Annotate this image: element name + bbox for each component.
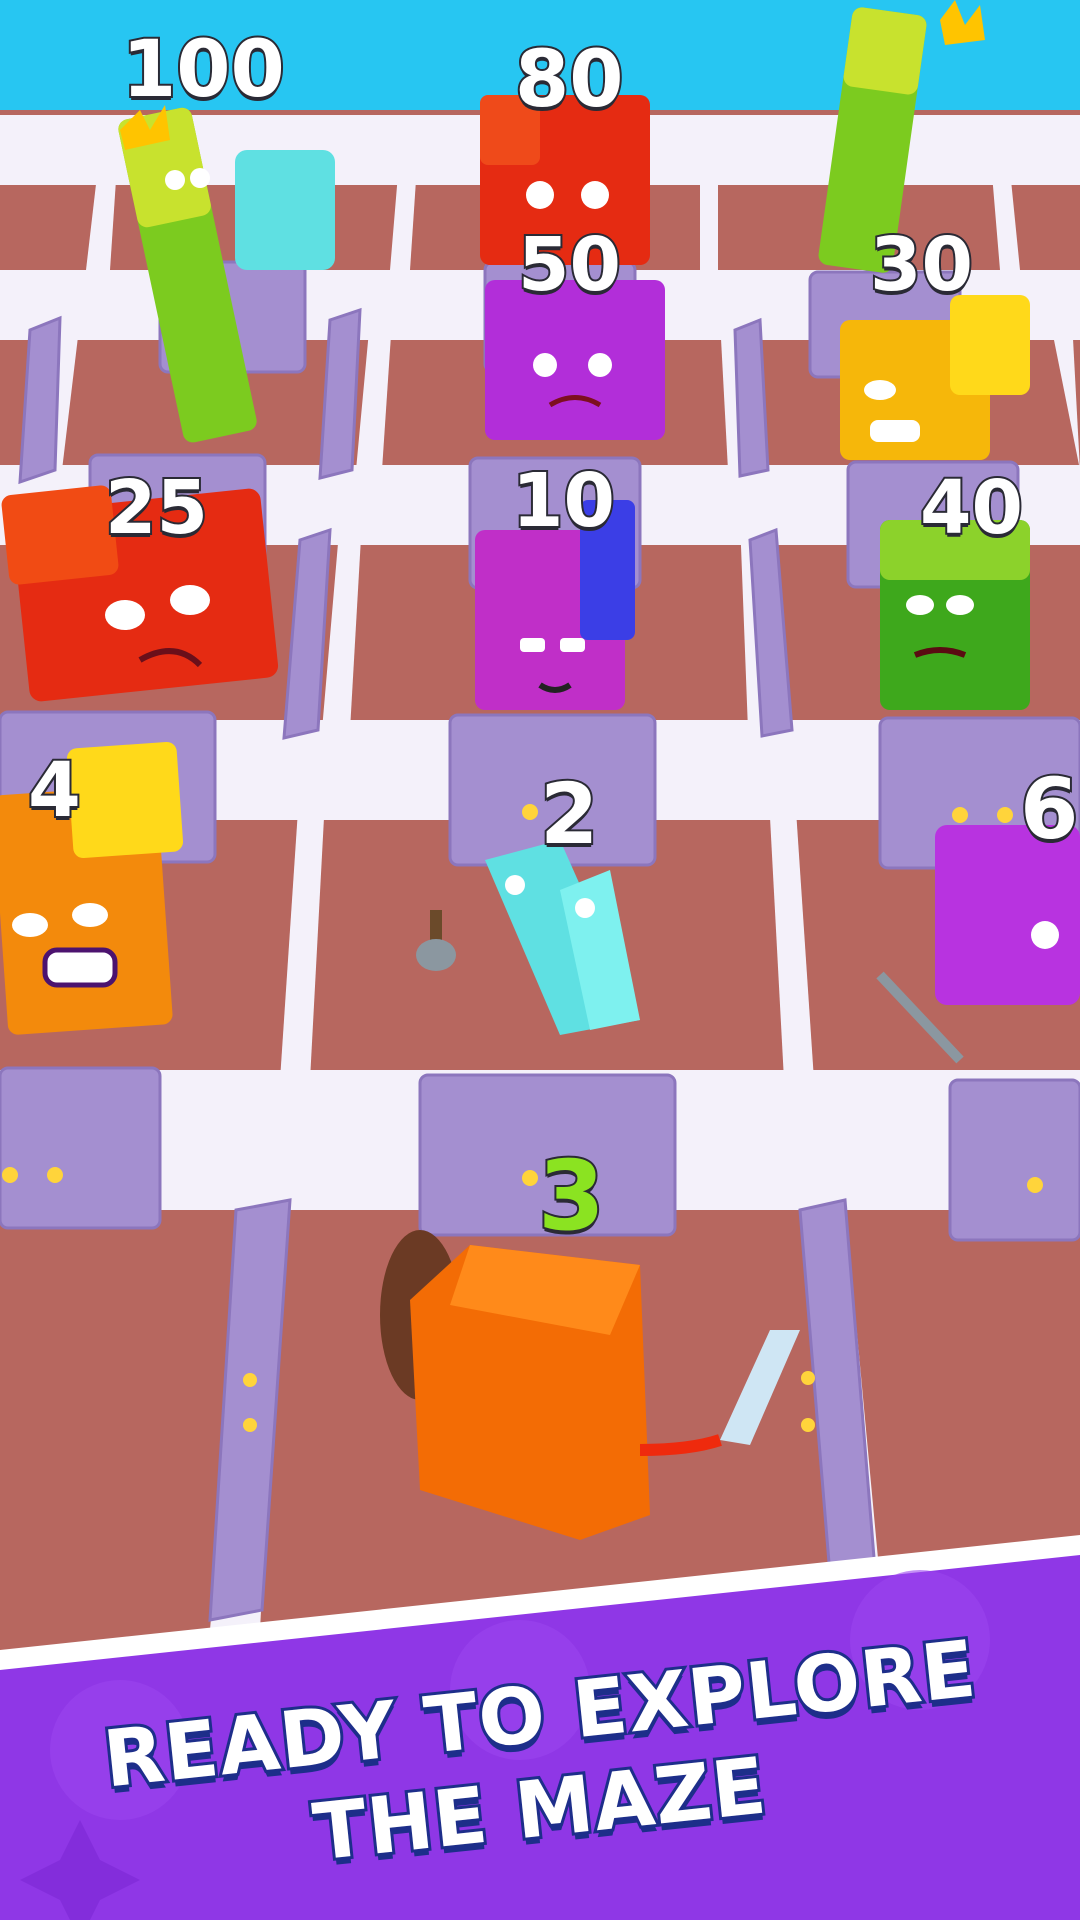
number-label-30: 30 bbox=[868, 220, 975, 310]
number-label-50: 50 bbox=[516, 220, 623, 310]
number-label-4: 4 bbox=[26, 743, 83, 836]
number-label-40: 40 bbox=[918, 463, 1025, 553]
promo-banner: READY TO EXPLORE THE MAZE bbox=[0, 1540, 1080, 1920]
number-label-100: 100 bbox=[120, 23, 287, 117]
number-label-25: 25 bbox=[103, 463, 210, 553]
number-label-6: 6 bbox=[1018, 758, 1080, 860]
player-number-label: 3 bbox=[536, 1138, 607, 1254]
number-label-80: 80 bbox=[513, 33, 626, 127]
number-label-10: 10 bbox=[510, 456, 617, 546]
number-label-2: 2 bbox=[538, 763, 600, 865]
character-2-back bbox=[235, 150, 335, 270]
